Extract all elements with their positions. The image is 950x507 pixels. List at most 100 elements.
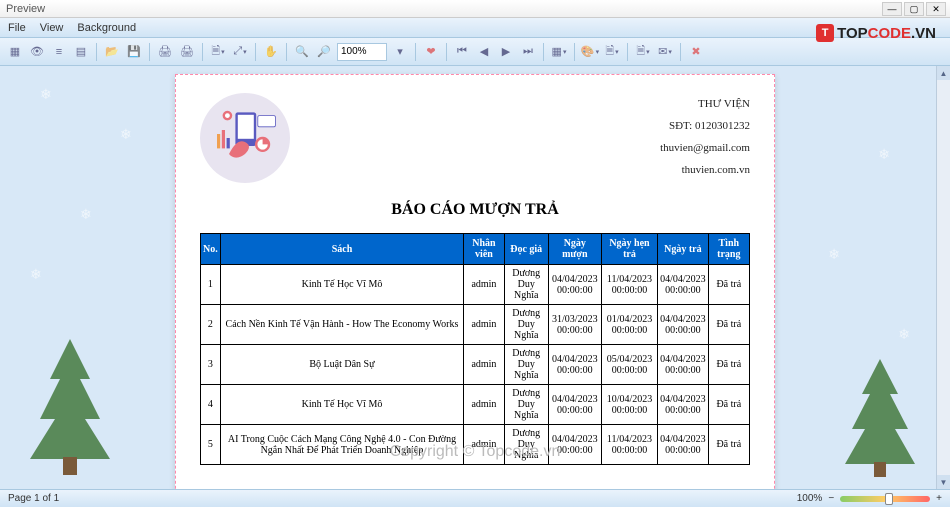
menubar: File View Background [0, 18, 950, 38]
org-email: thuvien@gmail.com [660, 137, 750, 159]
save-icon[interactable]: 💾 [125, 43, 143, 61]
cell-due: 11/04/202300:00:00 [601, 265, 657, 305]
next-page-icon[interactable]: ▶ [497, 43, 515, 61]
col-borrow: Ngày mượn [548, 234, 601, 265]
prev-page-icon[interactable]: ◀ [475, 43, 493, 61]
cell-due: 10/04/202300:00:00 [601, 385, 657, 425]
scale-icon[interactable]: ⤢ [231, 43, 249, 61]
table-header-row: No. Sách Nhân viên Đọc giả Ngày mượn Ngà… [201, 234, 750, 265]
vertical-scrollbar[interactable]: ▲ ▼ [936, 66, 950, 489]
zoom-thumb[interactable] [885, 493, 893, 505]
find-icon[interactable]: 👁 [28, 43, 46, 61]
last-page-icon[interactable]: ⏭ [519, 43, 537, 61]
cell-return: 04/04/202300:00:00 [658, 345, 709, 385]
cell-book: AI Trong Cuộc Cách Mạng Công Nghệ 4.0 - … [220, 425, 463, 465]
cell-return: 04/04/202300:00:00 [658, 385, 709, 425]
print-icon[interactable]: 🖨 [156, 43, 174, 61]
cell-status: Đã trả [708, 345, 749, 385]
org-phone: SĐT: 0120301232 [660, 115, 750, 137]
col-return: Ngày trả [658, 234, 709, 265]
tree-right-icon [830, 349, 930, 479]
watermark-icon[interactable]: ❤ [422, 43, 440, 61]
cell-due: 01/04/202300:00:00 [601, 305, 657, 345]
thumbnails-icon[interactable]: ▤ [72, 43, 90, 61]
cell-borrow: 04/04/202300:00:00 [548, 385, 601, 425]
zoom-input[interactable]: 100% [337, 43, 387, 61]
cell-status: Đã trả [708, 425, 749, 465]
cell-status: Đã trả [708, 305, 749, 345]
org-info: THƯ VIỆN SĐT: 0120301232 thuvien@gmail.c… [660, 93, 750, 181]
workspace: ❄ ❄ ❄ ❄ ❄ ❄ ❄ [0, 66, 950, 489]
zoom-out-icon[interactable]: 🔍 [293, 43, 311, 61]
table-row: 2Cách Nền Kinh Tế Vận Hành - How The Eco… [201, 305, 750, 345]
org-website: thuvien.com.vn [660, 159, 750, 181]
zoom-dropdown-icon[interactable]: ▾ [391, 43, 409, 61]
report-title: BÁO CÁO MƯỢN TRẢ [200, 201, 750, 219]
hand-tool-icon[interactable]: ✋ [262, 43, 280, 61]
color-icon[interactable]: 🎨 [581, 43, 599, 61]
tree-left-icon [10, 329, 130, 479]
minimize-button[interactable]: — [882, 2, 902, 16]
menu-view[interactable]: View [40, 22, 64, 34]
watermark2-icon[interactable]: 🗎 [603, 43, 621, 61]
cell-status: Đã trả [708, 265, 749, 305]
cell-due: 11/04/202300:00:00 [601, 425, 657, 465]
titlebar: Preview — ▢ ✕ [0, 0, 950, 18]
cell-reader: Dương DuyNghĩa [504, 305, 548, 345]
statusbar: Page 1 of 1 100% − + [0, 489, 950, 507]
first-page-icon[interactable]: ⏮ [453, 43, 471, 61]
table-row: 1Kinh Tế Học Vĩ MôadminDương DuyNghĩa04/… [201, 265, 750, 305]
cell-reader: Dương DuyNghĩa [504, 265, 548, 305]
quick-print-icon[interactable]: 🖨 [178, 43, 196, 61]
cell-reader: Dương DuyNghĩa [504, 385, 548, 425]
cell-no: 3 [201, 345, 221, 385]
open-icon[interactable]: 📂 [103, 43, 121, 61]
cell-no: 5 [201, 425, 221, 465]
cell-return: 04/04/202300:00:00 [658, 305, 709, 345]
zoom-in-icon[interactable]: 🔎 [315, 43, 333, 61]
page-setup-icon[interactable]: 🗎 [209, 43, 227, 61]
doc-icon[interactable]: ▦ [6, 43, 24, 61]
maximize-button[interactable]: ▢ [904, 2, 924, 16]
table-row: 3Bộ Luật Dân SựadminDương DuyNghĩa04/04/… [201, 345, 750, 385]
close-preview-icon[interactable]: ✖ [687, 43, 705, 61]
cell-no: 2 [201, 305, 221, 345]
zoom-slider[interactable] [840, 496, 930, 502]
col-staff: Nhân viên [464, 234, 504, 265]
cell-no: 4 [201, 385, 221, 425]
report-logo [200, 93, 290, 183]
cell-return: 04/04/202300:00:00 [658, 265, 709, 305]
cell-status: Đã trả [708, 385, 749, 425]
report-table: No. Sách Nhân viên Đọc giả Ngày mượn Ngà… [200, 233, 750, 465]
cell-book: Kinh Tế Học Vĩ Mô [220, 265, 463, 305]
export-mail-icon[interactable]: ✉ [656, 43, 674, 61]
cell-book: Bộ Luật Dân Sự [220, 345, 463, 385]
col-due: Ngày hẹn trả [601, 234, 657, 265]
multipage-icon[interactable]: ▦ [550, 43, 568, 61]
report-page: THƯ VIỆN SĐT: 0120301232 thuvien@gmail.c… [175, 74, 775, 489]
scroll-down-icon[interactable]: ▼ [937, 475, 950, 489]
cell-book: Kinh Tế Học Vĩ Mô [220, 385, 463, 425]
cell-borrow: 04/04/202300:00:00 [548, 345, 601, 385]
menu-background[interactable]: Background [77, 22, 136, 34]
table-row: 4Kinh Tế Học Vĩ MôadminDương DuyNghĩa04/… [201, 385, 750, 425]
zoom-value: 100% [797, 493, 823, 504]
col-status: Tình trạng [708, 234, 749, 265]
zoom-plus-icon[interactable]: + [936, 493, 942, 504]
col-book: Sách [220, 234, 463, 265]
cell-staff: admin [464, 345, 504, 385]
scroll-up-icon[interactable]: ▲ [937, 66, 950, 80]
cell-book: Cách Nền Kinh Tế Vận Hành - How The Econ… [220, 305, 463, 345]
cell-due: 05/04/202300:00:00 [601, 345, 657, 385]
export-doc-icon[interactable]: 🗎 [634, 43, 652, 61]
parameters-icon[interactable]: ≡ [50, 43, 68, 61]
col-no: No. [201, 234, 221, 265]
close-button[interactable]: ✕ [926, 2, 946, 16]
zoom-minus-icon[interactable]: − [828, 493, 834, 504]
cell-staff: admin [464, 305, 504, 345]
topcode-logo: T TOPCODE.VN [816, 24, 936, 42]
cell-staff: admin [464, 425, 504, 465]
toolbar: ▦ 👁 ≡ ▤ 📂 💾 🖨 🖨 🗎 ⤢ ✋ 🔍 🔎 100% ▾ ❤ ⏮ ◀ ▶… [0, 38, 950, 66]
cell-staff: admin [464, 265, 504, 305]
menu-file[interactable]: File [8, 22, 26, 34]
